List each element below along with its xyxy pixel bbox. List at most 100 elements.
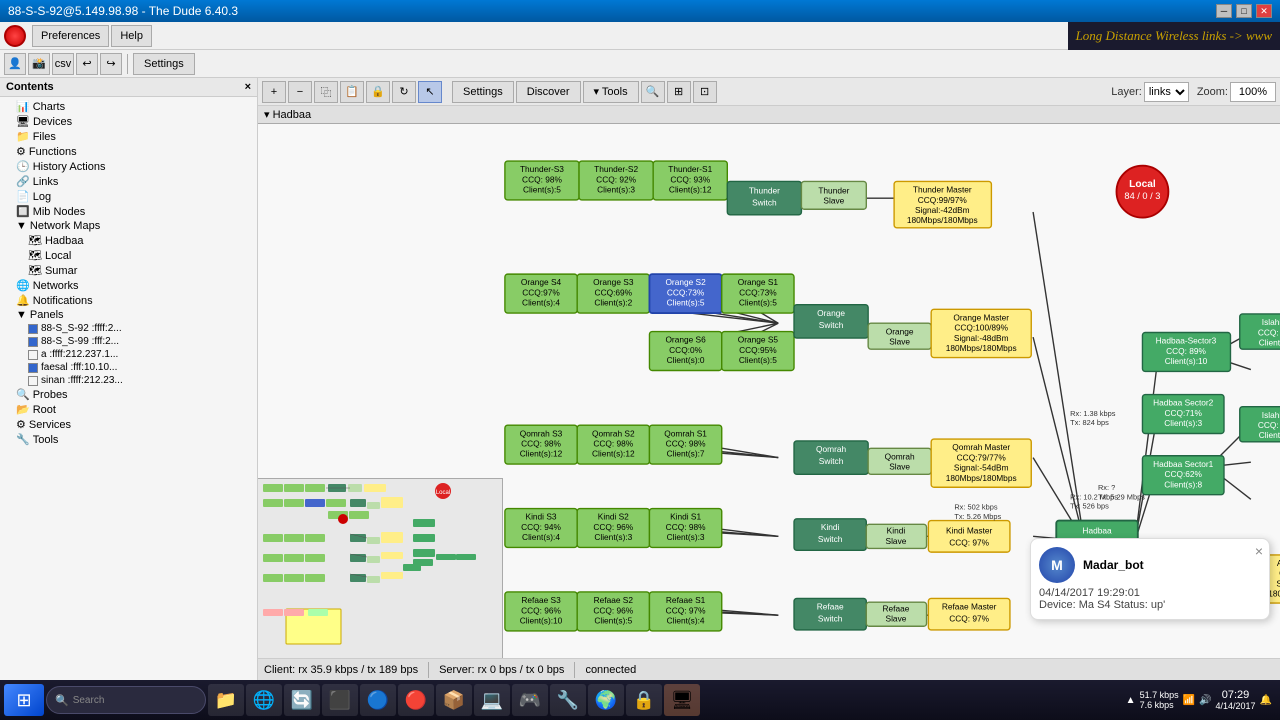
sidebar: Contents × 📊 Charts 🖥 Devices 📁 Files ⚙ … <box>0 78 258 680</box>
taskbar-app-8[interactable]: 🔒 <box>626 684 662 716</box>
sidebar-item-root[interactable]: 📂 Root <box>0 402 257 417</box>
sidebar-item-services[interactable]: ⚙ Services <box>0 417 257 432</box>
paste-tool[interactable]: 📋 <box>340 81 364 103</box>
svg-text:Orange S1: Orange S1 <box>738 277 779 287</box>
svg-text:Switch: Switch <box>818 534 843 544</box>
client-status: Client: rx 35.9 kbps / tx 189 bps <box>264 664 418 676</box>
sidebar-item-panel4[interactable]: faesal :fff:10.10... <box>0 361 257 374</box>
svg-text:Kindi Master: Kindi Master <box>946 526 993 536</box>
taskbar-app-dude[interactable]: 🖥 <box>664 684 700 716</box>
sidebar-item-panels[interactable]: ▼ Panels <box>0 308 257 322</box>
taskbar-app-1[interactable]: 🔵 <box>360 684 396 716</box>
grid-tool[interactable]: ⊞ <box>667 81 691 103</box>
sidebar-item-probes[interactable]: 🔍 Probes <box>0 387 257 402</box>
chat-close-button[interactable]: × <box>1255 543 1263 559</box>
sidebar-collapse[interactable]: × <box>245 81 251 93</box>
thunder-s3-label: Thunder-S3 <box>520 164 564 174</box>
hadbaa-label[interactable]: ▾ Hadbaa <box>264 108 311 121</box>
svg-text:180Mbps/180Mbps: 180Mbps/180Mbps <box>907 215 978 225</box>
minimize-button[interactable]: ─ <box>1216 4 1232 18</box>
layer-select[interactable]: links all <box>1144 82 1189 102</box>
sidebar-item-tools[interactable]: 🔧 Tools <box>0 432 257 447</box>
help-menu[interactable]: Help <box>111 25 152 47</box>
taskbar-app-explorer[interactable]: 📁 <box>208 684 244 716</box>
taskbar-app-2[interactable]: 🔴 <box>398 684 434 716</box>
sidebar-item-log[interactable]: 📄 Log <box>0 189 257 204</box>
svg-text:CCQ:99/97%: CCQ:99/97% <box>918 195 968 205</box>
svg-text:Kindi S1: Kindi S1 <box>670 512 701 522</box>
sidebar-item-functions[interactable]: ⚙ Functions <box>0 144 257 159</box>
sidebar-item-sumar[interactable]: 🗺 Sumar <box>0 263 257 278</box>
menu-bar: Preferences Help Long Distance Wireless … <box>0 22 1280 50</box>
taskbar-app-7[interactable]: 🌍 <box>588 684 624 716</box>
sidebar-item-links[interactable]: 🔗 Links <box>0 174 257 189</box>
window-controls: ─ □ ✕ <box>1216 4 1272 18</box>
csv-icon[interactable]: csv <box>52 53 74 75</box>
svg-text:Client(s):7: Client(s):7 <box>667 449 705 459</box>
sidebar-item-history[interactable]: 🕒 History Actions <box>0 159 257 174</box>
search-tool[interactable]: 🔍 <box>641 81 665 103</box>
start-button[interactable]: ⊞ <box>4 684 44 716</box>
sidebar-item-local[interactable]: 🗺 Local <box>0 248 257 263</box>
hadbaa-icon: 🗺 <box>28 234 42 247</box>
sidebar-item-networkmaps[interactable]: ▼ Network Maps <box>0 219 257 233</box>
taskbar-search[interactable]: 🔍 Search <box>46 686 206 714</box>
probes-icon: 🔍 <box>16 388 30 401</box>
svg-text:Client(s):3: Client(s):3 <box>1164 418 1202 428</box>
svg-text:Thunder: Thunder <box>749 186 780 196</box>
taskbar-app-5[interactable]: 🎮 <box>512 684 548 716</box>
svg-text:Islahi S4: Islahi S4 <box>1262 410 1280 420</box>
redo-icon[interactable]: ↪ <box>100 53 122 75</box>
sidebar-item-panel2[interactable]: 88-S_S-99 :fff:2... <box>0 335 257 348</box>
sidebar-item-files[interactable]: 📁 Files <box>0 129 257 144</box>
layer-label: Layer: <box>1111 86 1142 98</box>
add-tool[interactable]: + <box>262 81 286 103</box>
sidebar-item-charts[interactable]: 📊 Charts <box>0 99 257 114</box>
close-button[interactable]: ✕ <box>1256 4 1272 18</box>
zoom-input[interactable] <box>1230 82 1276 102</box>
tool-icon-1[interactable]: 👤 <box>4 53 26 75</box>
sidebar-item-networks[interactable]: 🌐 Networks <box>0 278 257 293</box>
svg-text:Client(s):8: Client(s):8 <box>1164 479 1202 489</box>
rotate-tool[interactable]: ↻ <box>392 81 416 103</box>
export-tool[interactable]: ⊡ <box>693 81 717 103</box>
svg-text:Orange: Orange <box>817 308 845 318</box>
discover-button[interactable]: Discover <box>516 81 581 103</box>
sidebar-item-panel3[interactable]: a :ffff:212.237.1... <box>0 348 257 361</box>
svg-text:Client(s):4: Client(s):4 <box>522 532 560 542</box>
svg-text:Refaae: Refaae <box>817 602 844 612</box>
sidebar-item-panel1[interactable]: 88-S_S-92 :ffff:2... <box>0 322 257 335</box>
select-tool[interactable]: ↖ <box>418 81 442 103</box>
taskbar-app-chrome[interactable]: 🌐 <box>246 684 282 716</box>
undo-icon[interactable]: ↩ <box>76 53 98 75</box>
map-settings-button[interactable]: Settings <box>452 81 514 103</box>
sidebar-item-devices[interactable]: 🖥 Devices <box>0 114 257 129</box>
maximize-button[interactable]: □ <box>1236 4 1252 18</box>
lock-tool[interactable]: 🔒 <box>366 81 390 103</box>
notifications-icon[interactable]: 🔔 <box>1260 695 1272 706</box>
taskbar: ⊞ 🔍 Search 📁 🌐 🔄 ⬛ 🔵 🔴 📦 💻 🎮 🔧 🌍 🔒 🖥 ▲ 5… <box>0 680 1280 720</box>
sidebar-item-hadbaa[interactable]: 🗺 Hadbaa <box>0 233 257 248</box>
svg-text:Qomrah Master: Qomrah Master <box>952 442 1010 452</box>
taskbar-app-6[interactable]: 🔧 <box>550 684 586 716</box>
sidebar-item-mib[interactable]: 🔲 Mib Nodes <box>0 204 257 219</box>
connection-status: connected <box>585 664 636 676</box>
remove-tool[interactable]: − <box>288 81 312 103</box>
svg-text:Signal:-54dBm: Signal:-54dBm <box>954 463 1009 473</box>
sidebar-item-panel5[interactable]: sinan :ffff:212.23... <box>0 374 257 387</box>
tool-icon-2[interactable]: 📸 <box>28 53 50 75</box>
settings-button[interactable]: Settings <box>133 53 195 75</box>
tools-button[interactable]: ▾ Tools <box>583 81 639 103</box>
svg-text:Client(s):3: Client(s):3 <box>667 532 705 542</box>
taskbar-app-3[interactable]: 📦 <box>436 684 472 716</box>
taskbar-app-4[interactable]: 💻 <box>474 684 510 716</box>
svg-text:Signal:-48dBm: Signal:-48dBm <box>954 333 1009 343</box>
taskbar-app-cmd[interactable]: ⬛ <box>322 684 358 716</box>
svg-text:Switch: Switch <box>819 456 844 466</box>
wifi-icon: 📶 <box>1183 695 1195 706</box>
sidebar-item-notifications[interactable]: 🔔 Notifications <box>0 293 257 308</box>
preferences-menu[interactable]: Preferences <box>32 25 109 47</box>
svg-text:Orange S6: Orange S6 <box>665 335 706 345</box>
taskbar-app-filezilla[interactable]: 🔄 <box>284 684 320 716</box>
copy-tool[interactable]: ⿻ <box>314 81 338 103</box>
